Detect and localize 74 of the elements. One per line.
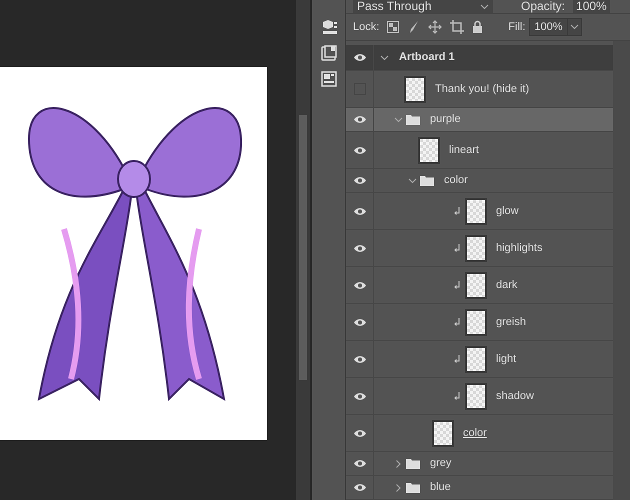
eye-icon[interactable] [352,146,366,154]
layer-thumbnail [465,382,487,410]
group-name: color [444,173,468,188]
layer-row[interactable]: Thank you! (hide it) [346,71,613,108]
layer-row[interactable]: highlights [346,230,613,267]
eye-icon[interactable] [352,428,366,438]
eye-icon[interactable] [352,115,366,124]
move-icon[interactable] [428,20,442,34]
layer-name: greish [496,314,526,330]
caret-icon [570,24,579,30]
layer-row[interactable]: dark [346,267,613,304]
layer-thumbnail [418,136,440,164]
eye-icon[interactable] [352,459,366,468]
disclosure-chevron-icon[interactable] [396,483,402,492]
layer-thumbnail [465,346,487,372]
layer-thumbnail [465,308,487,336]
eye-icon[interactable] [352,176,366,185]
layer-row[interactable]: lineart [346,132,613,169]
layer-name: shadow [496,388,534,404]
group-name: grey [430,456,452,472]
eye-icon[interactable] [352,483,366,492]
crop-icon[interactable] [450,20,464,34]
layer-row[interactable]: color [346,415,613,452]
eye-icon[interactable] [352,280,366,290]
layer-name: highlights [496,240,542,256]
group-name: purple [430,112,461,128]
lock-transparency-icon[interactable] [387,21,400,33]
blend-mode-dropdown[interactable]: Pass Through [353,0,493,13]
layer-thumbnail [465,272,487,298]
brush-icon[interactable] [407,20,420,34]
layer-name: glow [496,204,519,219]
layer-name: light [496,352,516,367]
lock-icon[interactable] [472,20,484,34]
layer-name: color [463,426,487,441]
folder-icon [420,175,434,186]
group-name: blue [430,480,451,496]
disclosure-chevron-icon[interactable] [408,178,417,184]
layer-row[interactable]: blue [346,476,613,500]
layer-name: Thank you! (hide it) [435,82,530,97]
layer-row[interactable]: grey [346,452,613,476]
panel-icon[interactable] [320,44,338,62]
eye-icon[interactable] [352,318,366,326]
eye-icon[interactable] [352,206,366,216]
eye-icon[interactable] [352,354,366,364]
fill-field[interactable]: 100% [529,18,582,36]
eye-icon[interactable] [352,392,366,400]
layer-name: dark [496,278,518,293]
folder-icon [406,458,420,469]
layer-thumbnail [465,198,487,224]
layer-row[interactable]: light [346,341,613,378]
scrollbar-thumb[interactable] [299,115,307,380]
disclosure-chevron-icon[interactable] [380,54,389,60]
layer-row[interactable]: glow [346,193,613,230]
opacity-label: Opacity: [521,0,566,13]
eye-icon[interactable] [352,244,366,252]
layer-thumbnail [404,76,426,102]
artboard-name: Artboard 1 [399,50,455,66]
layer-row[interactable]: Artboard 1 [346,45,613,71]
lock-label: Lock: [353,20,380,35]
caret-icon [480,4,489,10]
fill-label: Fill: [508,20,526,35]
layout-icon[interactable] [320,70,338,88]
opacity-field[interactable]: 100% [573,0,610,13]
layer-thumbnail [465,234,487,262]
layer-row[interactable]: purple [346,108,613,132]
layer-thumbnail [432,420,454,446]
disclosure-chevron-icon[interactable] [396,459,402,468]
layer-name: lineart [449,142,479,158]
folder-icon [406,482,420,493]
layer-row[interactable]: color [346,169,613,193]
layer-row[interactable]: greish [346,304,613,341]
eye-icon[interactable] [352,53,366,62]
folder-icon [406,114,420,125]
layer-row[interactable]: shadow [346,378,613,415]
